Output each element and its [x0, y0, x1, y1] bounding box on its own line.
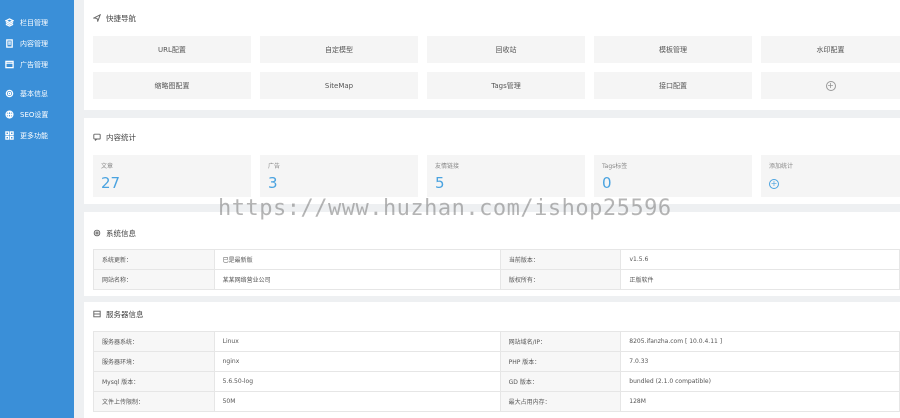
nav-sitemap[interactable]: SiteMap: [260, 72, 418, 99]
sidebar-item-ads[interactable]: 广告管理: [0, 54, 74, 75]
upload-limit-value: 50M: [213, 391, 501, 412]
globe-icon: [4, 110, 14, 120]
gear-icon: [93, 229, 102, 238]
current-version-label: 当前版本：: [499, 249, 622, 270]
copyright-label: 版权所有：: [499, 269, 622, 290]
sidebar-item-label: SEO设置: [20, 110, 49, 119]
table-row: 服务器系统： Linux 网站域名/IP： 8205.ifanzha.com […: [93, 331, 900, 352]
sidebar-item-basic-info[interactable]: 基本信息: [0, 83, 74, 104]
server-env-value: nginx: [213, 351, 501, 372]
sidebar-group-settings: 基本信息 SEO设置 更多功能: [0, 83, 74, 146]
domain-ip-value: 8205.ifanzha.com [ 10.0.4.11 ]: [620, 331, 900, 352]
mysql-version-value: 5.6.50-log: [213, 371, 501, 392]
stats-panel: 内容统计 文章 27 广告 3 友情链接 5 Tags标签 0 添加统计 +: [84, 118, 900, 204]
php-version-label: PHP 版本：: [499, 351, 622, 372]
nav-recycle-bin[interactable]: 回收站: [427, 36, 585, 63]
stat-label: 友情链接: [435, 163, 460, 170]
sidebar-item-columns[interactable]: 栏目管理: [0, 12, 74, 33]
table-row: 系统更新： 已是最新版 当前版本： v1.5.6: [93, 249, 900, 270]
max-memory-label: 最大占用内存：: [499, 391, 622, 412]
nav-add-shortcut-button[interactable]: +: [761, 72, 900, 99]
nav-thumbnail-config[interactable]: 缩略图配置: [93, 72, 251, 99]
stats-title: 内容统计: [93, 132, 136, 143]
gear-icon: [4, 89, 14, 99]
paper-plane-icon: [93, 14, 102, 23]
stat-label: Tags标签: [602, 163, 628, 170]
copyright-value: 正版软件: [620, 269, 900, 290]
server-info-table: 服务器系统： Linux 网站域名/IP： 8205.ifanzha.com […: [93, 331, 900, 412]
ad-icon: [4, 60, 14, 70]
system-info-panel: 系统信息 系统更新： 已是最新版 当前版本： v1.5.6 网站名称： 某某网络…: [84, 212, 900, 296]
stat-label: 文章: [101, 163, 114, 170]
sidebar-item-label: 广告管理: [20, 60, 48, 69]
sidebar-item-label: 栏目管理: [20, 18, 48, 27]
chat-icon: [93, 133, 102, 142]
sidebar-item-label: 基本信息: [20, 89, 48, 98]
stat-add[interactable]: 添加统计 +: [761, 155, 900, 197]
stat-articles[interactable]: 文章 27: [93, 155, 251, 197]
stat-value: 0: [602, 174, 612, 192]
sidebar-item-label: 内容管理: [20, 39, 48, 48]
server-info-title: 服务器信息: [93, 309, 144, 320]
table-row: 服务器环境： nginx PHP 版本： 7.0.33: [93, 351, 900, 372]
table-row: 文件上传限制： 50M 最大占用内存： 128M: [93, 391, 900, 412]
table-row: 网站名称： 某某网络营业公司 版权所有： 正版软件: [93, 269, 900, 290]
sidebar-group-content: 栏目管理 内容管理 广告管理: [0, 12, 74, 75]
nav-api-config[interactable]: 接口配置: [594, 72, 752, 99]
nav-template-manage[interactable]: 模板管理: [594, 36, 752, 63]
system-info-table: 系统更新： 已是最新版 当前版本： v1.5.6 网站名称： 某某网络营业公司 …: [93, 249, 900, 290]
system-update-value: 已是最新版: [213, 249, 501, 270]
nav-watermark-config[interactable]: 水印配置: [761, 36, 900, 63]
table-row: Mysql 版本： 5.6.50-log GD 版本： bundled (2.1…: [93, 371, 900, 392]
server-env-label: 服务器环境：: [93, 351, 215, 372]
quick-nav-title: 快捷导航: [93, 13, 136, 24]
layers-icon: [4, 18, 14, 28]
stat-value: 3: [268, 174, 278, 192]
stat-label: 添加统计: [769, 163, 794, 170]
domain-ip-label: 网站域名/IP：: [499, 331, 622, 352]
server-info-title-text: 服务器信息: [106, 310, 144, 319]
server-os-label: 服务器系统：: [93, 331, 215, 352]
gd-version-label: GD 版本：: [499, 371, 622, 392]
grid-icon: [4, 131, 14, 141]
plus-circle-icon: +: [825, 80, 836, 91]
system-info-title: 系统信息: [93, 228, 136, 239]
site-name-label: 网站名称：: [93, 269, 215, 290]
server-info-panel: 服务器信息 服务器系统： Linux 网站域名/IP： 8205.ifanzha…: [84, 302, 900, 418]
upload-limit-label: 文件上传限制：: [93, 391, 215, 412]
sidebar-item-seo[interactable]: SEO设置: [0, 104, 74, 125]
quick-nav-title-text: 快捷导航: [106, 14, 136, 23]
plus-circle-icon: +: [769, 179, 779, 189]
gd-version-value: bundled (2.1.0 compatible): [620, 371, 900, 392]
system-info-title-text: 系统信息: [106, 229, 136, 238]
stat-friend-links[interactable]: 友情链接 5: [427, 155, 585, 197]
php-version-value: 7.0.33: [620, 351, 900, 372]
stat-value: 27: [101, 174, 121, 192]
site-name-value: 某某网络营业公司: [213, 269, 501, 290]
mysql-version-label: Mysql 版本：: [93, 371, 215, 392]
main-content: 快捷导航 URL配置 自定模型 回收站 模板管理 水印配置 缩略图配置 Site…: [84, 0, 900, 418]
stat-value: 5: [435, 174, 445, 192]
nav-custom-model[interactable]: 自定模型: [260, 36, 418, 63]
sidebar-item-content[interactable]: 内容管理: [0, 33, 74, 54]
stat-label: 广告: [268, 163, 281, 170]
stat-tags[interactable]: Tags标签 0: [594, 155, 752, 197]
nav-tags-manage[interactable]: Tags管理: [427, 72, 585, 99]
system-update-label: 系统更新：: [93, 249, 215, 270]
max-memory-value: 128M: [620, 391, 900, 412]
stats-title-text: 内容统计: [106, 133, 136, 142]
sidebar: 栏目管理 内容管理 广告管理 基本信息 SEO设置 更多功能: [0, 0, 74, 418]
current-version-value: v1.5.6: [620, 249, 900, 270]
server-icon: [93, 310, 102, 319]
server-os-value: Linux: [213, 331, 501, 352]
stat-ads[interactable]: 广告 3: [260, 155, 418, 197]
quick-nav-panel: 快捷导航 URL配置 自定模型 回收站 模板管理 水印配置 缩略图配置 Site…: [84, 0, 900, 110]
nav-url-config[interactable]: URL配置: [93, 36, 251, 63]
sidebar-item-more[interactable]: 更多功能: [0, 125, 74, 146]
document-icon: [4, 39, 14, 49]
sidebar-item-label: 更多功能: [20, 131, 48, 140]
